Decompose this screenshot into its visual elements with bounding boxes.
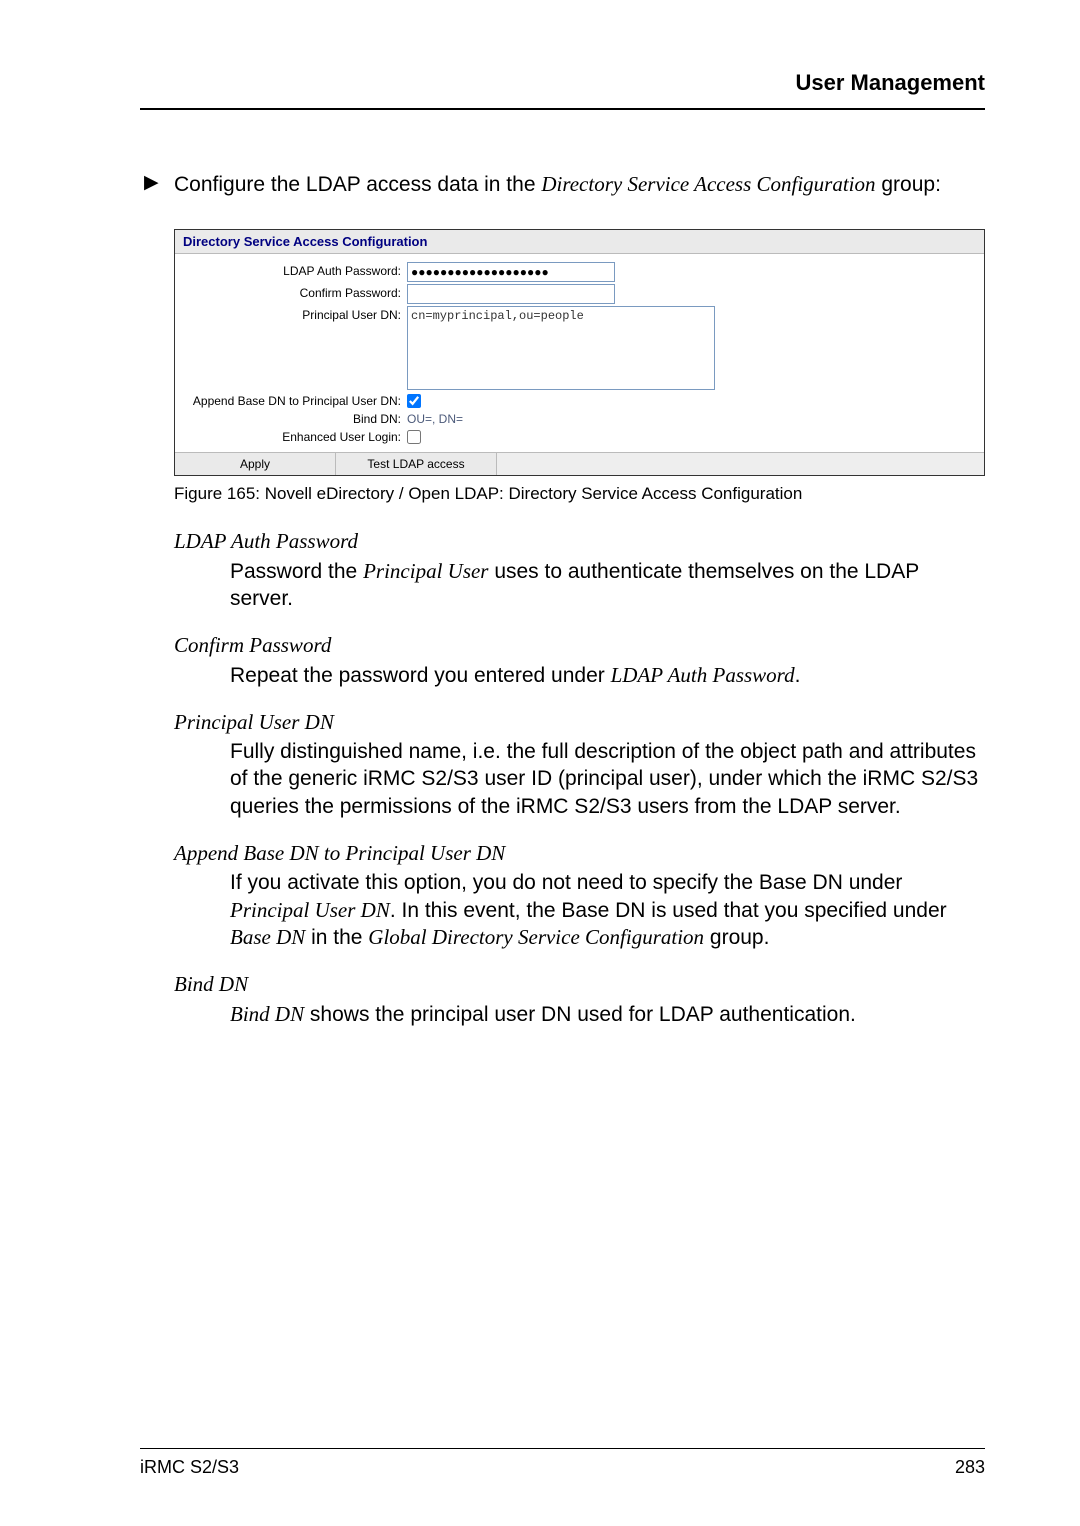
label-bind-dn: Bind DN: <box>185 410 407 426</box>
intro-paragraph: ▶ Configure the LDAP access data in the … <box>140 170 985 199</box>
header-title: User Management <box>140 70 985 108</box>
def-confirm-password: Confirm Password Repeat the password you… <box>174 632 985 689</box>
intro-text: Configure the LDAP access data in the Di… <box>174 170 985 199</box>
page-header: User Management <box>140 70 985 110</box>
panel-body: LDAP Auth Password: Confirm Password: Pr… <box>175 254 984 452</box>
desc-text-italic: Principal User <box>363 559 488 583</box>
def-bind-dn: Bind DN Bind DN shows the principal user… <box>174 971 985 1028</box>
intro-text-after: group: <box>876 173 941 196</box>
desc-text: . In this event, the Base DN is used tha… <box>390 899 947 922</box>
term-confirm-password: Confirm Password <box>174 632 985 659</box>
desc-confirm-password: Repeat the password you entered under LD… <box>230 662 985 689</box>
def-principal-user-dn: Principal User DN Fully distinguished na… <box>174 709 985 820</box>
row-enhanced-user-login: Enhanced User Login: <box>185 428 974 444</box>
desc-italic: Bind DN <box>230 1002 304 1026</box>
value-bind-dn: OU=, DN= <box>407 410 463 426</box>
term-ldap-auth-password: LDAP Auth Password <box>174 528 985 555</box>
def-ldap-auth-password: LDAP Auth Password Password the Principa… <box>174 528 985 612</box>
row-append-base-dn: Append Base DN to Principal User DN: <box>185 392 974 408</box>
desc-italic: Principal User DN <box>230 898 390 922</box>
apply-button[interactable]: Apply <box>175 453 336 475</box>
desc-italic: Global Directory Service Configuration <box>368 925 704 949</box>
label-confirm-password: Confirm Password: <box>185 284 407 300</box>
textarea-principal-user-dn[interactable]: cn=myprincipal,ou=people <box>407 306 715 390</box>
config-panel-screenshot: Directory Service Access Configuration L… <box>174 229 985 476</box>
row-confirm-password: Confirm Password: <box>185 284 974 304</box>
label-append-base-dn: Append Base DN to Principal User DN: <box>185 392 407 408</box>
row-ldap-auth-password: LDAP Auth Password: <box>185 262 974 282</box>
test-ldap-access-button[interactable]: Test LDAP access <box>336 453 497 475</box>
figure-caption: Figure 165: Novell eDirectory / Open LDA… <box>174 484 985 504</box>
triangle-right-icon: ▶ <box>144 170 174 196</box>
term-append-base-dn: Append Base DN to Principal User DN <box>174 840 985 867</box>
desc-text: . <box>795 664 801 687</box>
intro-text-before: Configure the LDAP access data in the <box>174 173 541 196</box>
input-ldap-auth-password[interactable] <box>407 262 615 282</box>
def-append-base-dn: Append Base DN to Principal User DN If y… <box>174 840 985 951</box>
intro-text-italic: Directory Service Access Configuration <box>541 172 875 196</box>
desc-italic: Base DN <box>230 925 305 949</box>
term-principal-user-dn: Principal User DN <box>174 709 985 736</box>
row-bind-dn: Bind DN: OU=, DN= <box>185 410 974 426</box>
desc-text: in the <box>305 926 368 949</box>
panel-title: Directory Service Access Configuration <box>175 230 984 254</box>
footer-page-number: 283 <box>955 1457 985 1478</box>
label-enhanced-user-login: Enhanced User Login: <box>185 428 407 444</box>
desc-text: group. <box>704 926 769 949</box>
input-confirm-password[interactable] <box>407 284 615 304</box>
checkbox-enhanced-user-login[interactable] <box>407 430 421 444</box>
desc-bind-dn: Bind DN shows the principal user DN used… <box>230 1001 985 1028</box>
header-rule <box>140 108 985 110</box>
footer-rule <box>140 1448 985 1449</box>
page-footer: iRMC S2/S3 283 <box>140 1448 985 1478</box>
desc-ldap-auth-password: Password the Principal User uses to auth… <box>230 558 985 613</box>
desc-append-base-dn: If you activate this option, you do not … <box>230 869 985 951</box>
desc-text: If you activate this option, you do not … <box>230 871 902 894</box>
desc-text: Repeat the password you entered under <box>230 664 611 687</box>
label-principal-user-dn: Principal User DN: <box>185 306 407 322</box>
desc-principal-user-dn: Fully distinguished name, i.e. the full … <box>230 738 985 820</box>
footer-left: iRMC S2/S3 <box>140 1457 239 1478</box>
button-row: Apply Test LDAP access <box>175 452 984 475</box>
row-principal-user-dn: Principal User DN: cn=myprincipal,ou=peo… <box>185 306 974 390</box>
desc-text: Password the <box>230 560 363 583</box>
desc-text: shows the principal user DN used for LDA… <box>304 1003 856 1026</box>
term-bind-dn: Bind DN <box>174 971 985 998</box>
label-ldap-auth-password: LDAP Auth Password: <box>185 262 407 278</box>
checkbox-append-base-dn[interactable] <box>407 394 421 408</box>
desc-text-italic: LDAP Auth Password <box>611 663 795 687</box>
